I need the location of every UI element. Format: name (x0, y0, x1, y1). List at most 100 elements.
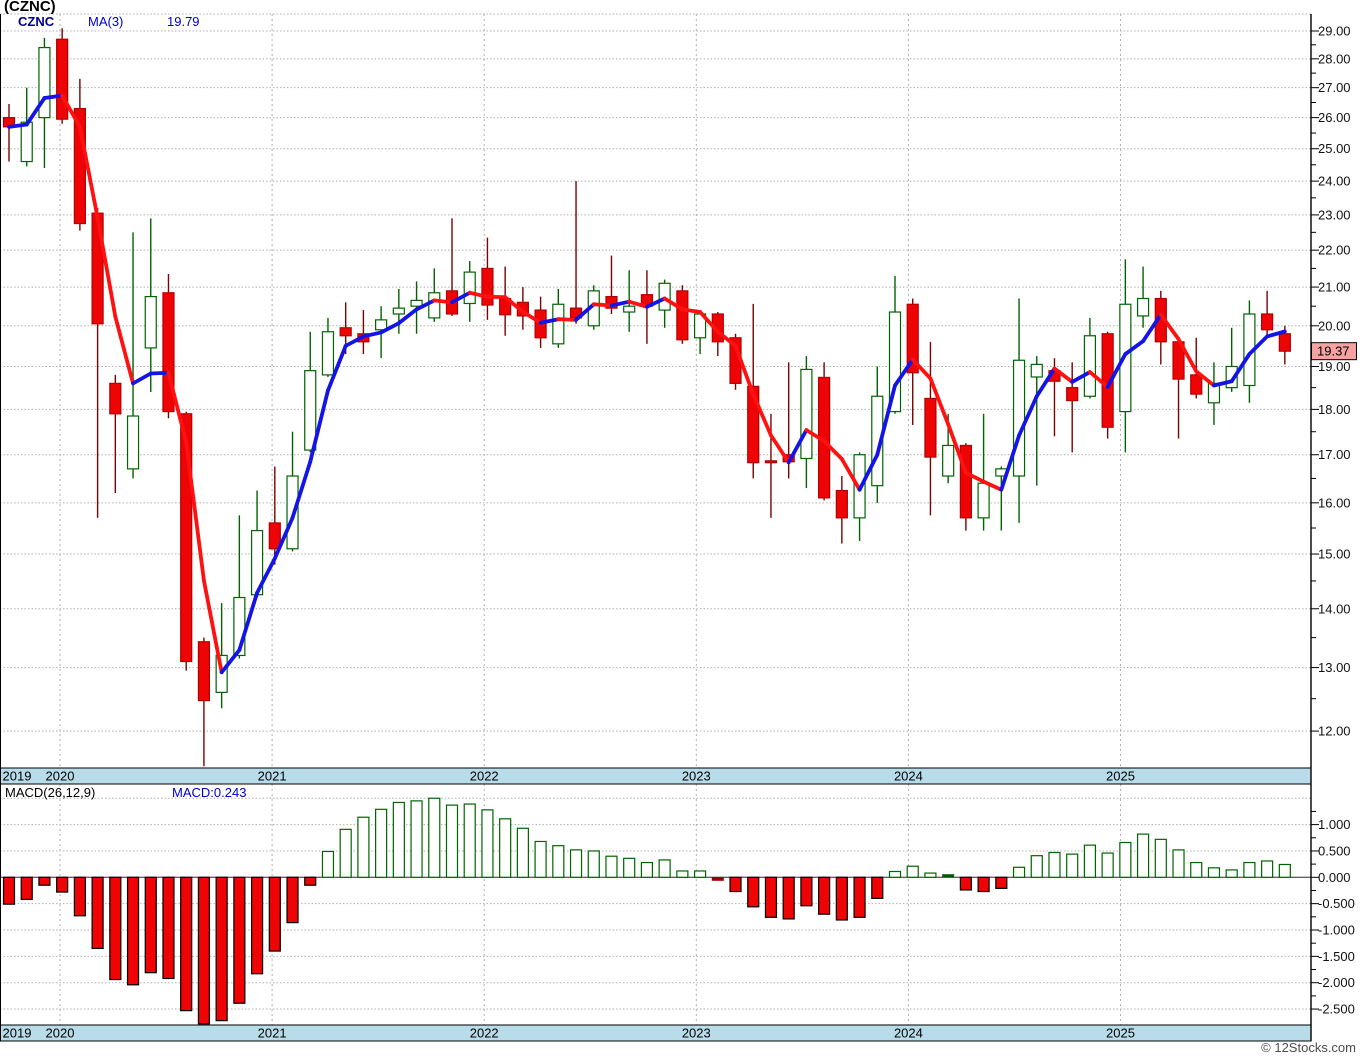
macd-bar (783, 877, 794, 919)
macd-bar (872, 877, 883, 898)
macd-bar (39, 877, 50, 885)
macd-bar (1244, 863, 1255, 878)
macd-bar (57, 877, 68, 892)
macd-bar (588, 851, 599, 877)
macd-bar (500, 819, 511, 877)
macd-bar (606, 856, 617, 877)
year-label: 2022 (470, 769, 499, 784)
macd-bar (145, 877, 156, 972)
macd-bar (641, 863, 652, 878)
macd-tick-label: -2.500 (1318, 1002, 1355, 1017)
macd-bar (4, 877, 15, 904)
candle (57, 28, 68, 123)
macd-bar (92, 877, 103, 948)
macd-bar (216, 877, 227, 1020)
macd-bar (677, 871, 688, 877)
macd-bar (447, 805, 458, 877)
macd-bar (943, 875, 954, 877)
macd-gridlines (0, 798, 1311, 1009)
year-label: 2025 (1106, 769, 1135, 784)
price-tick-label: 28.00 (1318, 51, 1351, 66)
candle (1067, 362, 1078, 452)
macd-bar (535, 841, 546, 877)
price-tick-label: 13.00 (1318, 660, 1351, 675)
price-tick-label: 19.00 (1318, 359, 1351, 374)
year-label: 2021 (258, 769, 287, 784)
macd-bar (1191, 863, 1202, 878)
macd-bar (358, 817, 369, 877)
price-tick-label: 27.00 (1318, 80, 1351, 95)
macd-bar (322, 851, 333, 877)
macd-bar (1102, 853, 1113, 877)
candle (163, 274, 174, 418)
macd-bar (836, 877, 847, 920)
macd-bar (252, 877, 263, 973)
macd-bar (128, 877, 139, 985)
macd-bar (925, 873, 936, 877)
candle (659, 280, 670, 328)
macd-tick-label: 0.500 (1318, 843, 1351, 858)
candle (145, 218, 156, 392)
macd-bar (411, 801, 422, 877)
macd-legend-label: MACD(26,12,9) (5, 785, 95, 800)
macd-bar (960, 877, 971, 890)
price-tick-label: 17.00 (1318, 447, 1351, 462)
price-tick-label: 24.00 (1318, 174, 1351, 189)
price-tick-label: 23.00 (1318, 207, 1351, 222)
macd-bar (163, 877, 174, 978)
macd-tick-label: 0.000 (1318, 870, 1351, 885)
candle (978, 414, 989, 531)
candle (305, 332, 316, 453)
macd-bar (624, 858, 635, 877)
legend-ma-value: 19.79 (167, 14, 200, 29)
macd-bar (1067, 854, 1078, 877)
macd-bar (996, 877, 1007, 888)
price-tick-label: 15.00 (1318, 547, 1351, 562)
macd-bar (1049, 853, 1060, 878)
price-tick-label: 21.00 (1318, 280, 1351, 295)
macd-bar (110, 877, 121, 979)
macd-bar (1084, 845, 1095, 877)
candle (1155, 291, 1166, 365)
macd-bar (1173, 850, 1184, 877)
candle (128, 232, 139, 478)
candle (110, 375, 121, 493)
price-tick-label: 26.00 (1318, 110, 1351, 125)
candle (925, 342, 936, 516)
candle (1014, 298, 1025, 522)
macd-bar (181, 877, 192, 1010)
candle (571, 181, 582, 324)
macd-tick-label: -1.500 (1318, 949, 1355, 964)
macd-bar (1014, 867, 1025, 877)
macd-bar (517, 828, 528, 877)
year-label: 2019 (3, 769, 32, 784)
macd-bar (854, 877, 865, 917)
macd-tick-label: 1.000 (1318, 817, 1351, 832)
candle (21, 88, 32, 167)
year-label: 2023 (682, 769, 711, 784)
macd-tick-label: -1.000 (1318, 923, 1355, 938)
page-title: (CZNC) (4, 0, 56, 15)
macd-bar (695, 871, 706, 877)
macd-bar (482, 810, 493, 877)
year-label: 2023 (682, 1026, 711, 1041)
year-label: 2021 (258, 1026, 287, 1041)
price-tick-label: 25.00 (1318, 141, 1351, 156)
macd-bar (393, 802, 404, 877)
macd-bar (1031, 856, 1042, 878)
macd-bar (907, 866, 918, 877)
candle (819, 362, 830, 500)
macd-bar (1279, 864, 1290, 877)
macd-bar (1138, 834, 1149, 877)
macd-bar (1226, 870, 1237, 877)
year-label: 2024 (894, 769, 923, 784)
macd-bar (978, 877, 989, 891)
candle (960, 443, 971, 530)
last-price-marker: 19.37 (1312, 343, 1357, 360)
candle (4, 104, 15, 162)
watermark: © 12Stocks.com (1261, 1040, 1356, 1055)
legend-ma-label: MA(3) (88, 14, 123, 29)
macd-histogram (4, 798, 1291, 1024)
macd-bar (376, 809, 387, 877)
year-label: 2025 (1106, 1026, 1135, 1041)
